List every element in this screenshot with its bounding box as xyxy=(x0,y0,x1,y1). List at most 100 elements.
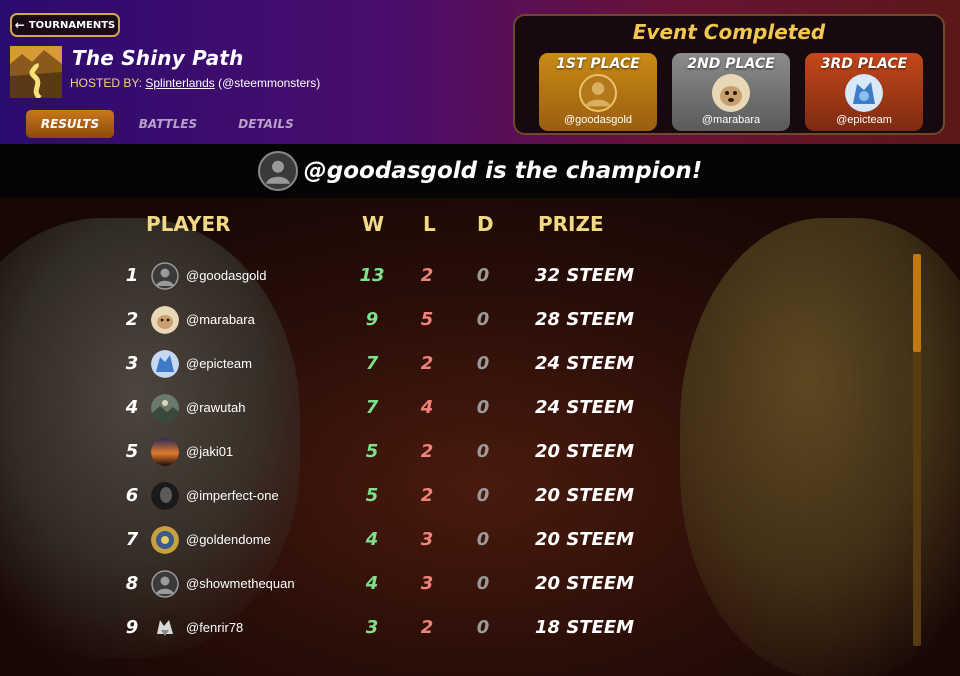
wins-value: 7 xyxy=(365,353,379,374)
draws-value: 0 xyxy=(476,353,490,374)
wins-value: 13 xyxy=(359,265,385,286)
table-row[interactable]: 4 @rawutah 7 4 0 24 STEEM xyxy=(0,394,900,438)
place-label: 2ND PLACE xyxy=(687,56,775,72)
default-avatar-icon xyxy=(579,74,617,112)
path-landscape-icon xyxy=(10,46,62,98)
player-username[interactable]: @epicteam xyxy=(186,350,252,378)
wins-value: 4 xyxy=(365,529,379,550)
rank: 3 xyxy=(125,353,139,374)
losses-value: 2 xyxy=(420,441,434,462)
first-place-card[interactable]: 1ST PLACE @goodasgold xyxy=(539,53,657,131)
tab-battles[interactable]: BATTLES xyxy=(124,110,212,138)
rank: 4 xyxy=(125,397,139,418)
player-username[interactable]: @marabara xyxy=(186,306,255,334)
default-avatar-icon xyxy=(257,151,298,191)
champion-text: @goodasgold is the champion! xyxy=(303,158,703,184)
place-label: 1ST PLACE xyxy=(556,56,640,72)
prize-value: 28 STEEM xyxy=(535,309,635,330)
rank: 6 xyxy=(125,485,139,506)
player-username[interactable]: @rawutah xyxy=(186,394,245,422)
losses-value: 3 xyxy=(420,529,434,550)
table-row[interactable]: 3 @epicteam 7 2 0 24 STEEM xyxy=(0,350,900,394)
player-username[interactable]: @imperfect-one xyxy=(186,482,279,510)
gold-dome-avatar-icon xyxy=(151,526,179,554)
page-title: The Shiny Path xyxy=(72,46,244,70)
rank: 2 xyxy=(125,309,139,330)
wins-value: 3 xyxy=(365,617,379,638)
draws-value: 0 xyxy=(476,529,490,550)
wins-value: 7 xyxy=(365,397,379,418)
player-username[interactable]: @jaki01 xyxy=(186,438,233,466)
tournament-header: ← TOURNAMENTS The Shiny Path HOSTED BY: … xyxy=(0,0,960,144)
second-place-card[interactable]: 2ND PLACE @marabara xyxy=(672,53,790,131)
losses-value: 4 xyxy=(420,397,434,418)
default-avatar-icon xyxy=(151,570,179,598)
table-row[interactable]: 7 @goldendome 4 3 0 20 STEEM xyxy=(0,526,900,570)
blue-creature-avatar-icon xyxy=(151,350,179,378)
tab-details[interactable]: DETAILS xyxy=(222,110,310,138)
rank: 7 xyxy=(125,529,139,550)
tab-bar: RESULTS BATTLES DETAILS xyxy=(26,110,310,138)
table-row[interactable]: 1 @goodasgold 13 2 0 32 STEEM xyxy=(0,262,900,306)
back-to-tournaments-button[interactable]: ← TOURNAMENTS xyxy=(10,13,120,37)
blue-creature-avatar-icon xyxy=(845,74,883,112)
results-table: PLAYER W L D PRIZE 1 @goodasgold 13 2 0 32 ST… xyxy=(0,198,960,676)
player-username[interactable]: @fenrir78 xyxy=(186,614,243,642)
wins-value: 5 xyxy=(365,485,379,506)
prize-value: 32 STEEM xyxy=(535,265,635,286)
prize-value: 24 STEEM xyxy=(535,353,635,374)
place-user: @epicteam xyxy=(836,114,892,126)
draws-value: 0 xyxy=(476,397,490,418)
draws-value: 0 xyxy=(476,573,490,594)
dog-avatar-icon xyxy=(712,74,750,112)
tab-results[interactable]: RESULTS xyxy=(26,110,114,138)
column-header-prize: PRIZE xyxy=(538,212,604,236)
wins-value: 9 xyxy=(365,309,379,330)
prize-value: 24 STEEM xyxy=(535,397,635,418)
column-header-wins: W xyxy=(362,212,385,236)
draws-value: 0 xyxy=(476,309,490,330)
host-link[interactable]: Splinterlands xyxy=(145,76,214,90)
prize-value: 20 STEEM xyxy=(535,485,635,506)
losses-value: 3 xyxy=(420,573,434,594)
losses-value: 2 xyxy=(420,485,434,506)
event-completed-title: Event Completed xyxy=(632,20,826,44)
rank: 1 xyxy=(125,265,139,286)
table-row[interactable]: 5 @jaki01 5 2 0 20 STEEM xyxy=(0,438,900,482)
table-row[interactable]: 8 @showmethequan 4 3 0 20 STEEM xyxy=(0,570,900,614)
dog-avatar-icon xyxy=(151,306,179,334)
losses-value: 2 xyxy=(420,265,434,286)
third-place-card[interactable]: 3RD PLACE @epicteam xyxy=(805,53,923,131)
losses-value: 2 xyxy=(420,353,434,374)
column-header-player: PLAYER xyxy=(146,212,231,236)
table-row[interactable]: 6 @imperfect-one 5 2 0 20 STEEM xyxy=(0,482,900,526)
player-username[interactable]: @goodasgold xyxy=(186,262,266,290)
host-handle: (@steemmonsters) xyxy=(218,76,321,90)
portrait-avatar-icon xyxy=(151,482,179,510)
column-header-draws: D xyxy=(477,212,494,236)
rank: 5 xyxy=(125,441,139,462)
default-avatar-icon xyxy=(151,262,179,290)
draws-value: 0 xyxy=(476,485,490,506)
landscape-avatar-icon xyxy=(151,394,179,422)
champion-banner: @goodasgold is the champion! xyxy=(0,144,960,198)
event-completed-panel: Event Completed 1ST PLACE @goodasgold 2N… xyxy=(513,14,945,135)
scrollbar-thumb[interactable] xyxy=(913,254,921,352)
hosted-by-label: HOSTED BY: xyxy=(70,76,143,90)
table-row[interactable]: 9 @fenrir78 3 2 0 18 STEEM xyxy=(0,614,900,658)
rank: 9 xyxy=(125,617,139,638)
rank: 8 xyxy=(125,573,139,594)
column-header-losses: L xyxy=(423,212,436,236)
table-row[interactable]: 2 @marabara 9 5 0 28 STEEM xyxy=(0,306,900,350)
place-label: 3RD PLACE xyxy=(820,56,908,72)
player-username[interactable]: @goldendome xyxy=(186,526,271,554)
prize-value: 20 STEEM xyxy=(535,441,635,462)
wolf-avatar-icon xyxy=(151,614,179,642)
losses-value: 2 xyxy=(420,617,434,638)
wins-value: 4 xyxy=(365,573,379,594)
player-username[interactable]: @showmethequan xyxy=(186,570,295,598)
draws-value: 0 xyxy=(476,265,490,286)
wins-value: 5 xyxy=(365,441,379,462)
place-user: @goodasgold xyxy=(563,114,633,126)
sunset-avatar-icon xyxy=(151,438,179,466)
